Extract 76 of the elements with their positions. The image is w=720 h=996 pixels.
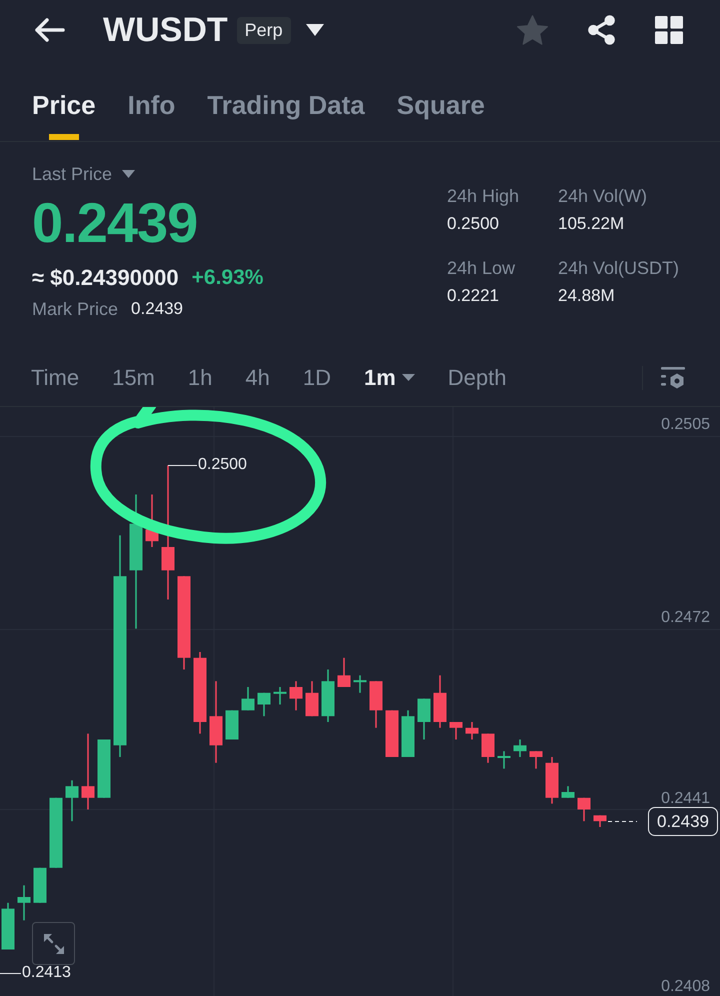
current-price-label: 0.2439 <box>648 807 718 836</box>
tab[interactable]: Info <box>128 60 176 140</box>
bearish-candle <box>386 710 398 757</box>
back-arrow-icon[interactable] <box>35 18 65 42</box>
bullish-candle <box>2 902 14 950</box>
price-axis-label: 0.2505 <box>661 416 710 434</box>
expand-button[interactable] <box>32 922 75 965</box>
bullish-candle <box>402 710 414 757</box>
interval-tab[interactable]: Depth <box>448 364 506 390</box>
bearish-candle <box>594 815 606 827</box>
stat-label: 24h Vol(W) <box>558 185 648 207</box>
bullish-candle <box>18 885 30 920</box>
share-icon[interactable] <box>587 15 616 45</box>
bearish-candle <box>578 798 590 822</box>
interval-tab[interactable]: Time <box>31 364 80 390</box>
interval-tab[interactable]: 4h <box>245 364 270 390</box>
bearish-candle <box>530 751 542 769</box>
price-axis-label: 0.2472 <box>661 608 710 627</box>
bullish-candle <box>242 687 254 710</box>
price-axis-label: 0.2408 <box>661 978 710 996</box>
bullish-candle <box>498 751 510 769</box>
bearish-candle <box>370 681 382 728</box>
perp-badge: Perp <box>236 16 291 44</box>
tab[interactable]: Trading Data <box>207 60 365 140</box>
interval-tab[interactable]: 15m <box>112 364 155 390</box>
bullish-candle <box>354 675 366 693</box>
caret-icon[interactable] <box>306 24 324 36</box>
tab[interactable]: Square <box>396 60 485 140</box>
price-marker-label: 0.2500 <box>198 456 247 474</box>
bullish-candle <box>514 740 526 757</box>
star-icon[interactable] <box>517 15 548 45</box>
bearish-candle <box>450 722 462 740</box>
stat-label: 24h Low <box>447 257 516 279</box>
bullish-candle <box>418 698 430 740</box>
bearish-candle <box>466 722 478 740</box>
bearish-candle <box>146 494 158 547</box>
expand-icon <box>42 932 66 956</box>
stat-value: 24.88M <box>558 285 615 307</box>
bearish-candle <box>482 734 494 763</box>
price-axis-label: 0.2441 <box>661 790 710 808</box>
price-marker-label: 0.2413 <box>22 964 71 982</box>
bearish-candle <box>434 675 446 728</box>
symbol-title: WUSDT <box>103 10 228 50</box>
tab[interactable]: Price <box>32 60 96 140</box>
grid-icon[interactable] <box>655 16 683 44</box>
stat-value: 105.22M <box>558 213 624 235</box>
stat-value: 0.2221 <box>447 285 499 307</box>
stat-label: 24h High <box>447 185 520 207</box>
mark-price-label: Mark Price <box>32 298 118 320</box>
bearish-candle <box>306 681 318 716</box>
leader-line <box>0 973 22 974</box>
bearish-candle <box>338 658 350 687</box>
bullish-candle <box>50 798 62 868</box>
stat-value: 0.2500 <box>447 213 499 235</box>
bullish-candle <box>562 786 574 798</box>
last-price-label: Last Price <box>32 163 112 185</box>
bullish-candle <box>258 692 270 716</box>
last-price: 0.2439 <box>32 193 198 253</box>
leader-line <box>168 465 198 466</box>
bullish-candle <box>66 780 78 822</box>
interval-tab[interactable]: 1m <box>364 364 415 390</box>
bearish-candle <box>290 681 302 710</box>
bullish-candle <box>34 868 46 903</box>
interval-tab[interactable]: 1h <box>188 364 212 390</box>
bullish-candle <box>98 740 110 798</box>
current-price-line <box>608 821 638 822</box>
bullish-candle <box>274 687 286 704</box>
bearish-candle <box>546 757 558 804</box>
price-change: +6.93% <box>192 265 264 291</box>
mark-price: 0.2439 <box>131 298 184 320</box>
stat-label: 24h Vol(USDT) <box>558 257 680 279</box>
interval-tab[interactable]: 1D <box>302 364 331 390</box>
chart-settings-icon[interactable] <box>660 366 686 389</box>
bullish-candle <box>226 710 238 740</box>
bullish-candle <box>322 670 334 722</box>
usd-price: ≈ $0.24390000 <box>32 265 179 291</box>
